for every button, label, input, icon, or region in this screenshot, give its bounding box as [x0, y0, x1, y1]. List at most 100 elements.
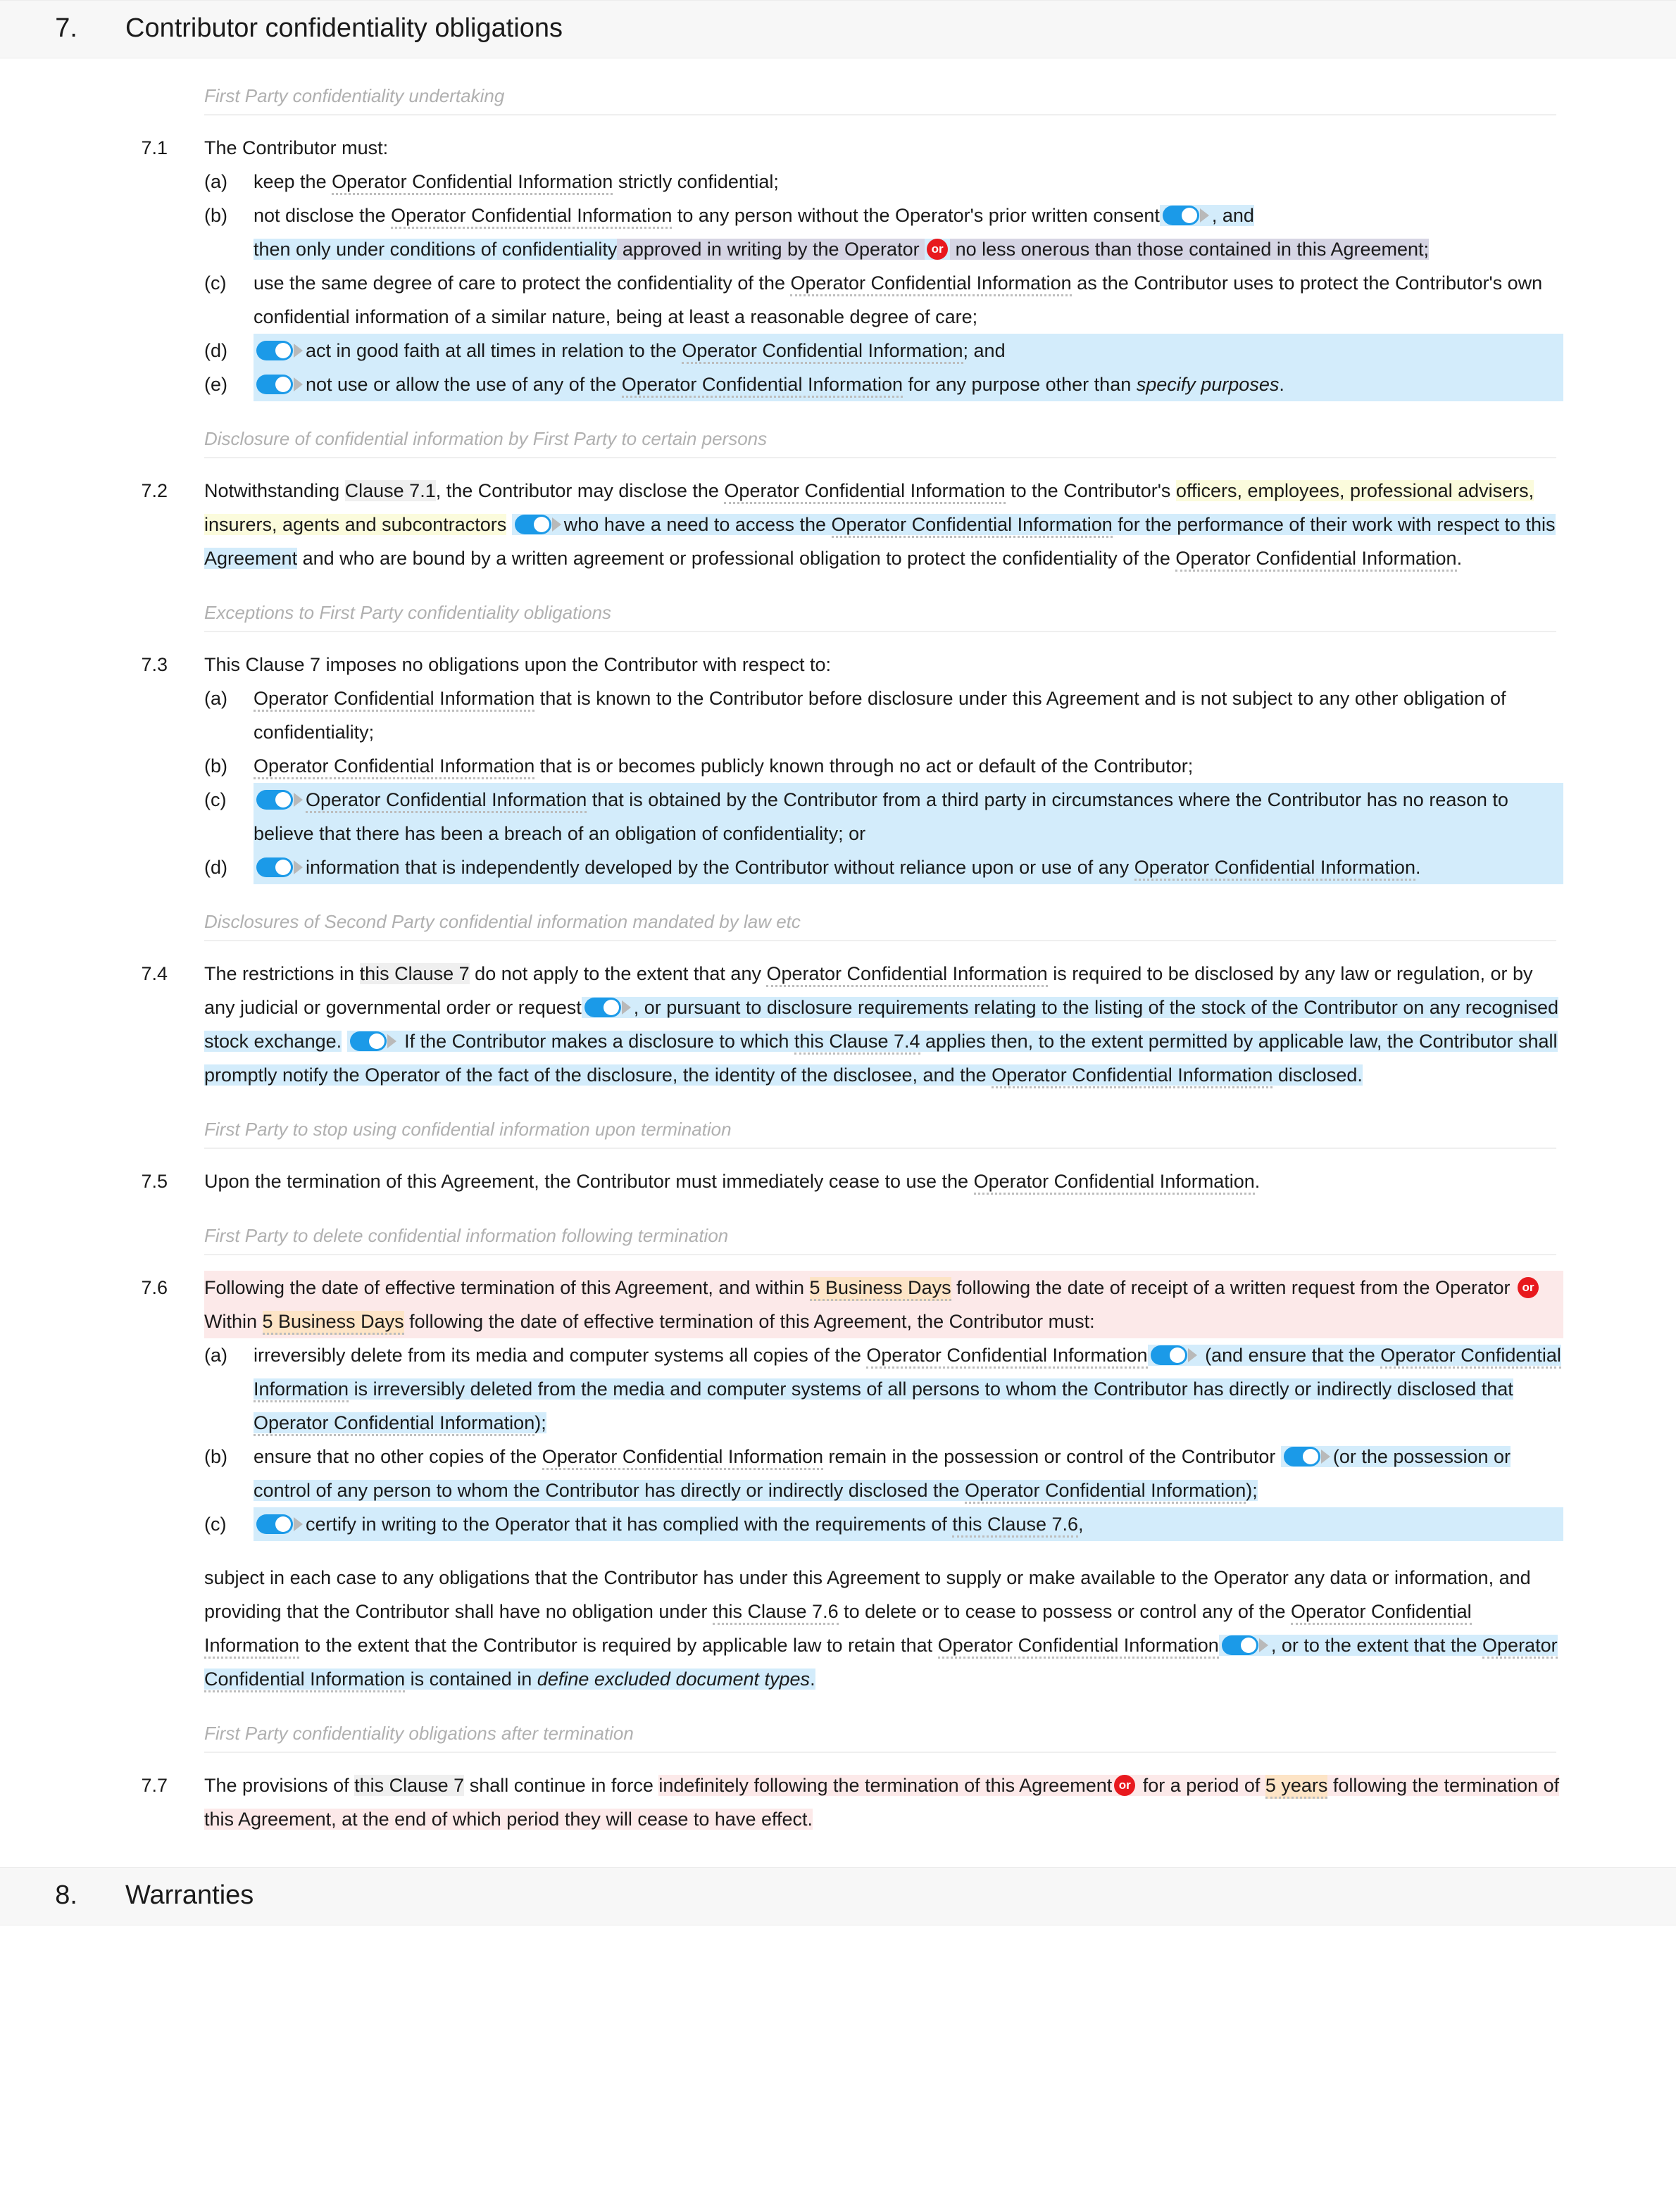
clause-lead-text: The Contributor must:: [204, 137, 389, 158]
text-fragment: approved in writing by the Operator: [617, 239, 925, 260]
defined-term[interactable]: Operator Confidential Information: [1175, 548, 1457, 572]
clause-number: 7.2: [141, 480, 168, 501]
defined-term[interactable]: Operator Confidential Information: [992, 1064, 1273, 1088]
defined-term[interactable]: Operator Confidential Information: [866, 1345, 1148, 1369]
defined-term[interactable]: Operator Confidential Information: [542, 1446, 823, 1470]
toggle-switch[interactable]: [349, 1031, 396, 1051]
or-badge[interactable]: or: [927, 238, 949, 260]
defined-term[interactable]: Operator Confidential Information: [254, 688, 535, 712]
sub-clause-text: Operator Confidential Information that i…: [254, 749, 1563, 783]
sub-clause-text: certify in writing to the Operator that …: [254, 1507, 1563, 1541]
text-fragment: to delete or to cease to possess or cont…: [838, 1601, 1291, 1622]
clause-number: 7.1: [141, 137, 168, 158]
text-fragment: is contained in: [405, 1669, 537, 1690]
toggle-switch[interactable]: [1150, 1345, 1197, 1365]
clause-7-7: 7.7 The provisions of this Clause 7 shal…: [0, 1768, 1676, 1836]
clause-number: 7.5: [141, 1171, 168, 1192]
text-fragment: Within: [204, 1311, 263, 1332]
or-badge[interactable]: or: [1518, 1276, 1539, 1298]
subheading-mandated-by-law: Disclosures of Second Party confidential…: [204, 911, 1556, 941]
variable-field-days[interactable]: 5 Business Days: [809, 1277, 951, 1301]
clause-tail-text: subject in each case to any obligations …: [204, 1561, 1563, 1696]
sub-clause-e: (e) not use or allow the use of any of t…: [204, 367, 1563, 401]
defined-term[interactable]: Operator Confidential Information: [724, 480, 1006, 504]
variable-field-days[interactable]: 5 Business Days: [262, 1311, 404, 1335]
toggle-switch[interactable]: [256, 1514, 303, 1534]
play-arrow-icon: [1199, 208, 1209, 222]
toggle-switch-on-icon: [256, 374, 293, 394]
clause-lead-text: Following the date of effective terminat…: [204, 1271, 1563, 1338]
defined-term[interactable]: Operator Confidential Information: [306, 789, 587, 813]
clause-number: 7.6: [141, 1277, 168, 1298]
sub-clause-a: (a) keep the Operator Confidential Infor…: [204, 165, 1563, 199]
document-page: 7. Contributor confidentiality obligatio…: [0, 0, 1676, 1925]
sub-clause-label: (d): [204, 340, 227, 361]
defined-term[interactable]: Operator Confidential Information: [1134, 857, 1415, 881]
defined-term[interactable]: Operator Confidential Information: [254, 1412, 535, 1436]
clause-body: Notwithstanding Clause 7.1, the Contribu…: [204, 474, 1563, 575]
text-fragment: for any purpose other than: [903, 374, 1137, 395]
clause-7-6: 7.6 Following the date of effective term…: [0, 1271, 1676, 1696]
placeholder-field[interactable]: specify purposes: [1137, 374, 1280, 395]
defined-term[interactable]: Operator Confidential Information: [766, 963, 1048, 987]
sub-clause-text: irreversibly delete from its media and c…: [254, 1338, 1563, 1440]
variable-field-years[interactable]: 5 years: [1265, 1775, 1328, 1799]
toggle-switch-on-icon: [349, 1031, 387, 1051]
toggle-switch-on-icon: [1283, 1446, 1320, 1466]
placeholder-field[interactable]: define excluded document types: [537, 1669, 810, 1690]
clause-reference[interactable]: this Clause 7: [354, 1775, 465, 1796]
or-badge-wrap: or: [925, 238, 951, 260]
defined-term[interactable]: Operator Confidential Information: [621, 374, 903, 398]
toggle-switch[interactable]: [256, 857, 303, 877]
clause-number: 7.7: [141, 1775, 168, 1796]
clause-7-2: 7.2 Notwithstanding Clause 7.1, the Cont…: [0, 474, 1676, 575]
clause-number: 7.3: [141, 654, 168, 675]
defined-term[interactable]: Operator Confidential Information: [973, 1171, 1255, 1195]
section-title: Warranties: [125, 1880, 254, 1910]
text-fragment: is irreversibly deleted from the media a…: [349, 1378, 1513, 1400]
toggle-switch[interactable]: [256, 340, 303, 360]
defined-term[interactable]: Operator Confidential Information: [391, 205, 673, 229]
defined-term[interactable]: Operator Confidential Information: [790, 272, 1072, 296]
clause-7-5: 7.5 Upon the termination of this Agreeme…: [0, 1164, 1676, 1198]
section-number: 7.: [55, 13, 77, 43]
defined-term[interactable]: Operator Confidential Information: [682, 340, 963, 364]
toggle-switch[interactable]: [1162, 205, 1209, 225]
sub-clause-b: (b) Operator Confidential Information th…: [204, 749, 1563, 783]
toggle-switch[interactable]: [584, 997, 631, 1017]
play-arrow-icon: [621, 1000, 631, 1014]
text-fragment: to the Contributor's: [1005, 480, 1176, 501]
or-badge[interactable]: or: [1114, 1774, 1136, 1796]
text-fragment: use the same degree of care to protect t…: [254, 272, 791, 294]
toggle-switch[interactable]: [1221, 1635, 1268, 1655]
clause-body: Upon the termination of this Agreement, …: [204, 1164, 1563, 1198]
defined-term[interactable]: Operator Confidential Information: [254, 755, 535, 779]
text-fragment: not use or allow the use of any of the: [306, 374, 622, 395]
text-fragment: Upon the termination of this Agreement, …: [204, 1171, 974, 1192]
toggle-switch[interactable]: [256, 374, 303, 394]
sub-clause-label: (a): [204, 171, 227, 192]
defined-term[interactable]: Operator Confidential Information: [831, 514, 1113, 538]
toggle-switch[interactable]: [256, 789, 303, 810]
section-header-7: 7. Contributor confidentiality obligatio…: [0, 0, 1676, 58]
toggle-switch[interactable]: [1283, 1446, 1330, 1466]
defined-term[interactable]: Operator Confidential Information: [937, 1635, 1219, 1659]
text-fragment: remain in the possession or control of t…: [823, 1446, 1276, 1467]
text-fragment: indefinitely following the termination o…: [658, 1775, 1113, 1796]
clause-number: 7.4: [141, 963, 168, 984]
defined-term[interactable]: Operator Confidential Information: [332, 171, 613, 195]
text-fragment: who have a need to access the: [563, 514, 832, 535]
clause-reference[interactable]: this Clause 7: [359, 963, 470, 984]
optional-clause-highlight: then only under conditions of confidenti…: [254, 239, 618, 260]
clause-reference[interactable]: Clause 7.1: [344, 480, 436, 501]
sub-clause-label: (c): [204, 789, 227, 810]
toggle-switch[interactable]: [514, 514, 561, 534]
sub-clause-label: (b): [204, 1446, 227, 1467]
clause-reference[interactable]: this Clause 7.6: [712, 1601, 839, 1625]
clause-reference[interactable]: this Clause 7.6: [952, 1514, 1079, 1538]
toggle-switch-on-icon: [256, 1514, 293, 1534]
play-arrow-icon: [1258, 1638, 1268, 1652]
clause-reference[interactable]: this Clause 7.4: [794, 1031, 920, 1055]
alternate-clause-highlight: approved in writing by the Operator or n…: [617, 238, 1430, 260]
defined-term[interactable]: Operator Confidential Information: [965, 1480, 1246, 1504]
